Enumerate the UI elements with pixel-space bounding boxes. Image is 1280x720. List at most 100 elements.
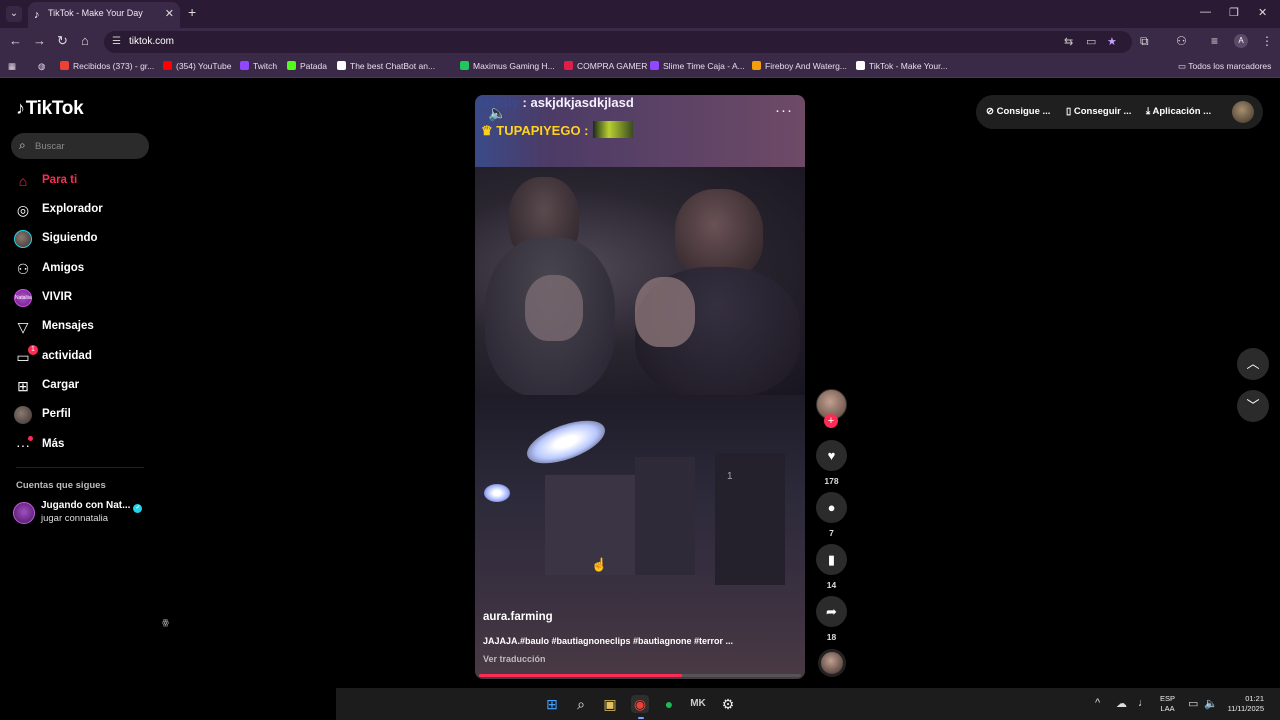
search-icon[interactable]: ⌕ bbox=[572, 695, 590, 713]
nav-cargar[interactable]: ⊞ Cargar bbox=[14, 374, 144, 398]
mouse-cursor-icon: ☝ bbox=[591, 557, 608, 572]
extensions-icon[interactable]: ⧉ bbox=[1140, 34, 1149, 49]
back-icon[interactable]: ← bbox=[9, 34, 22, 48]
browser-tab-active[interactable]: ♪ TikTok - Make Your Day ✕ bbox=[28, 2, 180, 28]
bookmark-chatbot[interactable]: The best ChatBot an... bbox=[337, 61, 435, 71]
address-bar[interactable]: ☰ tiktok.com ⇆ ▭ ★ bbox=[104, 31, 1132, 53]
onedrive-icon[interactable]: ☁ bbox=[1116, 697, 1127, 710]
bookmark-twitch[interactable]: Twitch bbox=[240, 61, 277, 71]
nav-perfil[interactable]: Perfil bbox=[14, 403, 144, 427]
bookmark-slime[interactable]: Slime Time Caja - A... bbox=[650, 61, 745, 71]
tab-close-icon[interactable]: ✕ bbox=[165, 7, 174, 20]
store-icon[interactable]: ▣ bbox=[601, 695, 619, 713]
video-description[interactable]: JAJAJA.#baulo #bautiagnoneclips #bautiag… bbox=[483, 636, 733, 646]
language-indicator[interactable]: ESP LAA bbox=[1160, 694, 1175, 714]
reload-icon[interactable]: ↻ bbox=[57, 34, 68, 48]
bookmark-label: The best ChatBot an... bbox=[350, 61, 436, 71]
desktop-app-button[interactable]: ⤓ Aplicación ... bbox=[1146, 106, 1211, 117]
mk-app-icon[interactable]: MK bbox=[689, 695, 707, 713]
nav-vivir[interactable]: Nataliia VIVIR bbox=[14, 286, 144, 310]
get-coins-button[interactable]: ⊘ Consigue ... bbox=[986, 106, 1050, 117]
button-label: Aplicación ... bbox=[1152, 106, 1212, 117]
all-bookmarks[interactable]: ▭ Todos los marcadores bbox=[1178, 61, 1271, 72]
chrome-menu-icon[interactable]: ⋮ bbox=[1261, 34, 1273, 48]
nav-mas[interactable]: ··· Más bbox=[14, 433, 144, 457]
bookmark-tiktok[interactable]: TikTok - Make Your... bbox=[856, 61, 948, 71]
comment-button[interactable]: ● bbox=[816, 492, 847, 523]
video-author[interactable]: aura.farming bbox=[483, 611, 553, 623]
globe-icon[interactable]: ◍ bbox=[38, 61, 45, 72]
user-avatar[interactable] bbox=[1232, 101, 1254, 123]
profile-avatar-button[interactable]: A bbox=[1234, 34, 1248, 48]
light-orb-small bbox=[484, 484, 510, 502]
search-input[interactable] bbox=[35, 137, 145, 155]
tab-search-button[interactable]: ⌄ bbox=[6, 6, 22, 22]
hallway-door bbox=[635, 457, 695, 575]
video-more-icon[interactable]: ··· bbox=[775, 102, 793, 119]
nav-mensajes[interactable]: ▽ Mensajes bbox=[14, 315, 144, 339]
hand-right bbox=[635, 277, 695, 347]
bookmark-maximus[interactable]: Maximus Gaming H... bbox=[460, 61, 555, 71]
window-close-icon[interactable]: ✕ bbox=[1258, 6, 1267, 19]
steam-icon[interactable]: ⚙ bbox=[719, 695, 737, 713]
windows-start-icon[interactable]: ⊞ bbox=[543, 695, 561, 713]
volume-icon[interactable]: 🔈 bbox=[1204, 697, 1218, 710]
minimize-icon[interactable]: — bbox=[1200, 6, 1211, 18]
nav-amigos[interactable]: ⚇ Amigos bbox=[14, 257, 144, 281]
chrome-icon[interactable]: ◉ bbox=[631, 695, 649, 713]
video-player[interactable]: xomuy : askjdkjasdkjlasd ♛ TUPAPIYEGO : … bbox=[475, 95, 805, 679]
video-progress-bar[interactable] bbox=[479, 674, 801, 677]
music-disc[interactable] bbox=[818, 649, 846, 677]
bookmark-youtube[interactable]: (354) YouTube bbox=[163, 61, 231, 71]
nav-siguiendo[interactable]: Siguiendo bbox=[14, 227, 144, 251]
bookmark-gmail[interactable]: Recibidos (373) - gr... bbox=[60, 61, 154, 71]
tiktok-logo[interactable]: ♪TikTok bbox=[16, 98, 84, 120]
bookmark-patada[interactable]: Patada bbox=[287, 61, 327, 71]
bookmark-fireboy[interactable]: Fireboy And Waterg... bbox=[752, 61, 847, 71]
bookmarks-bar: ▦ ◍ Recibidos (373) - gr... (354) YouTub… bbox=[0, 56, 1280, 78]
nav-label: Más bbox=[42, 438, 65, 450]
date: 11/11/2025 bbox=[1227, 704, 1264, 713]
get-app-button[interactable]: ▯ Conseguir ... bbox=[1066, 106, 1131, 117]
translate-link[interactable]: Ver traducción bbox=[483, 654, 546, 664]
compass-icon: ◎ bbox=[16, 202, 30, 218]
follow-plus-icon[interactable]: + bbox=[824, 414, 838, 428]
bookmark-label: Maximus Gaming H... bbox=[473, 61, 555, 71]
search-box[interactable]: ⌕ bbox=[11, 133, 149, 159]
forward-icon[interactable]: → bbox=[33, 34, 46, 48]
person-right bbox=[675, 189, 763, 279]
bookmark-label: COMPRA GAMER bbox=[577, 61, 648, 71]
spotify-icon[interactable]: ● bbox=[660, 695, 678, 713]
browser-toolbar: ← → ↻ ⌂ ☰ tiktok.com ⇆ ▭ ★ ⧉ ⚇ ≡ A ⋮ bbox=[0, 28, 1280, 56]
cast-icon[interactable]: ▭ bbox=[1086, 35, 1096, 48]
media-controls-icon[interactable]: ≡ bbox=[1211, 34, 1218, 48]
profile-avatar bbox=[14, 406, 32, 424]
following-account[interactable]: Jugando con Nat... ✓ jugar connatalia bbox=[13, 499, 153, 527]
network-icon[interactable]: ▭ bbox=[1188, 697, 1198, 710]
microphone-icon[interactable]: ♩ bbox=[1138, 697, 1149, 709]
share-button[interactable]: ➦ bbox=[816, 596, 847, 627]
clock[interactable]: 01:21 11/11/2025 bbox=[1220, 694, 1264, 714]
restore-icon[interactable]: ❐ bbox=[1229, 6, 1239, 19]
like-button[interactable]: ♥ bbox=[816, 440, 847, 471]
previous-video-button[interactable]: ︿ bbox=[1237, 348, 1269, 380]
nav-actividad[interactable]: ▭ 1 actividad bbox=[14, 345, 144, 369]
translate-icon[interactable]: ⇆ bbox=[1064, 35, 1073, 48]
nav-para-ti[interactable]: ⌂ Para ti bbox=[14, 169, 144, 193]
bookmark-compragamer[interactable]: COMPRA GAMER bbox=[564, 61, 647, 71]
tray-chevron-icon[interactable]: ^ bbox=[1095, 697, 1100, 709]
new-tab-button[interactable]: + bbox=[188, 5, 196, 19]
bookmark-label: Twitch bbox=[253, 61, 278, 71]
site-info-icon[interactable]: ☰ bbox=[112, 36, 121, 47]
nav-label: Para ti bbox=[42, 174, 78, 186]
volume-icon[interactable]: 🔈 bbox=[488, 104, 507, 122]
bookmark-label: (354) YouTube bbox=[176, 61, 232, 71]
bookmark-star-icon[interactable]: ★ bbox=[1107, 35, 1117, 48]
apps-grid-icon[interactable]: ▦ bbox=[8, 61, 16, 72]
save-button[interactable]: ▮ bbox=[816, 544, 847, 575]
incognito-icon[interactable]: ⚇ bbox=[1176, 34, 1187, 48]
following-title: Cuentas que sigues bbox=[16, 480, 106, 491]
nav-explorador[interactable]: ◎ Explorador bbox=[14, 198, 144, 222]
next-video-button[interactable]: ﹀ bbox=[1237, 390, 1269, 422]
home-button-icon[interactable]: ⌂ bbox=[81, 34, 89, 48]
